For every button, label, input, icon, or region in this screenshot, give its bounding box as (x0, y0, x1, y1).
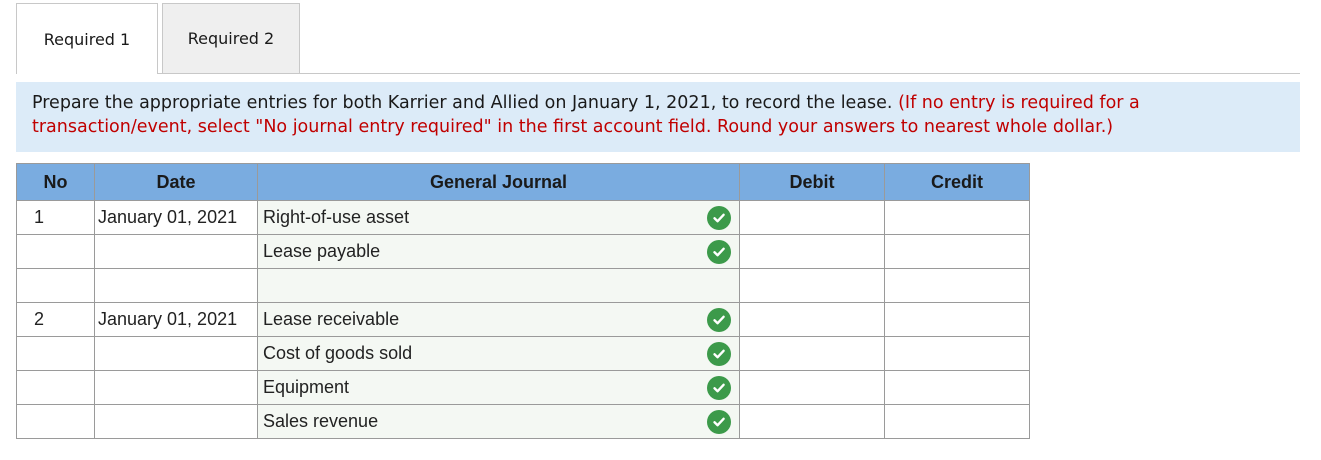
check-circle-icon (707, 239, 731, 264)
account-name: Cost of goods sold (263, 343, 413, 363)
entry-number-cell (16, 234, 95, 269)
date-cell (94, 234, 258, 269)
account-name: Lease payable (263, 241, 381, 261)
account-field[interactable]: Cost of goods sold (257, 336, 740, 371)
check-circle-icon (707, 375, 731, 400)
account-field[interactable]: Lease receivable (257, 302, 740, 337)
tab-divider (16, 73, 1300, 74)
credit-input[interactable] (884, 336, 1030, 371)
table-row: Equipment (16, 370, 1030, 405)
entry-number-cell: 1 (16, 200, 95, 235)
credit-input[interactable] (884, 404, 1030, 439)
date-cell (94, 336, 258, 371)
check-circle-icon (707, 205, 731, 230)
credit-input[interactable] (884, 200, 1030, 235)
column-header-no: No (16, 163, 95, 201)
table-header-row: No Date General Journal Debit Credit (16, 163, 1030, 201)
column-header-debit: Debit (739, 163, 885, 201)
tab-required-2[interactable]: Required 2 (162, 3, 300, 73)
debit-input[interactable] (739, 234, 885, 269)
account-name: Lease receivable (263, 309, 400, 329)
table-row (16, 268, 1030, 303)
table-row: Lease payable (16, 234, 1030, 269)
date-cell (94, 404, 258, 439)
account-name: Sales revenue (263, 411, 379, 431)
entry-number-cell (16, 268, 95, 303)
table-row: 1 January 01, 2021 Right-of-use asset (16, 200, 1030, 235)
tab-bar: Required 1 Required 2 (16, 3, 1300, 75)
credit-input[interactable] (884, 268, 1030, 303)
general-journal-table: No Date General Journal Debit Credit 1 Ja… (16, 163, 1030, 439)
check-circle-icon (707, 341, 731, 366)
account-field[interactable]: Right-of-use asset (257, 200, 740, 235)
date-cell (94, 268, 258, 303)
credit-input[interactable] (884, 234, 1030, 269)
account-name: Right-of-use asset (263, 207, 410, 227)
credit-input[interactable] (884, 302, 1030, 337)
account-name: Equipment (263, 377, 350, 397)
column-header-date: Date (94, 163, 258, 201)
entry-number-cell: 2 (16, 302, 95, 337)
debit-input[interactable] (739, 200, 885, 235)
account-field[interactable]: Sales revenue (257, 404, 740, 439)
entry-number-cell (16, 404, 95, 439)
account-field[interactable]: Equipment (257, 370, 740, 405)
check-circle-icon (707, 409, 731, 434)
date-cell: January 01, 2021 (94, 200, 258, 235)
instructions-panel: Prepare the appropriate entries for both… (16, 82, 1300, 152)
account-field[interactable] (257, 268, 740, 303)
debit-input[interactable] (739, 268, 885, 303)
date-cell: January 01, 2021 (94, 302, 258, 337)
check-circle-icon (707, 307, 731, 332)
debit-input[interactable] (739, 302, 885, 337)
instructions-text: Prepare the appropriate entries for both… (32, 93, 893, 113)
table-row: Sales revenue (16, 404, 1030, 439)
credit-input[interactable] (884, 370, 1030, 405)
account-field[interactable]: Lease payable (257, 234, 740, 269)
date-cell (94, 370, 258, 405)
entry-number-cell (16, 370, 95, 405)
table-row: Cost of goods sold (16, 336, 1030, 371)
tab-required-1[interactable]: Required 1 (16, 3, 158, 74)
debit-input[interactable] (739, 336, 885, 371)
column-header-general-journal: General Journal (257, 163, 740, 201)
table-row: 2 January 01, 2021 Lease receivable (16, 302, 1030, 337)
entry-number-cell (16, 336, 95, 371)
column-header-credit: Credit (884, 163, 1030, 201)
debit-input[interactable] (739, 370, 885, 405)
debit-input[interactable] (739, 404, 885, 439)
